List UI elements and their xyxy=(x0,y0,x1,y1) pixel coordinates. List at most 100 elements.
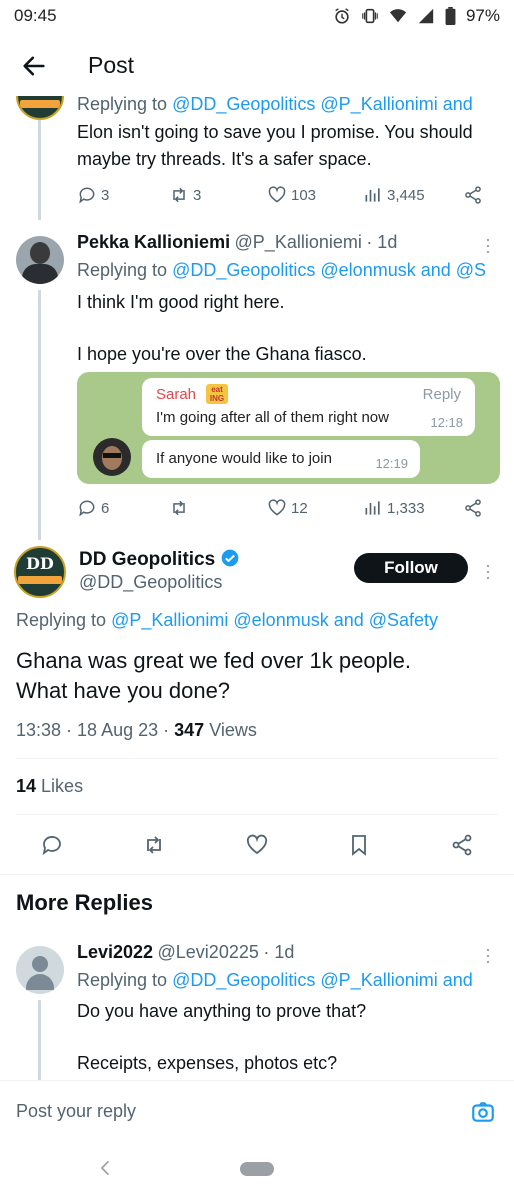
reply-input[interactable]: Post your reply xyxy=(16,1101,136,1122)
reply-icon xyxy=(79,500,95,517)
heart-icon xyxy=(268,186,286,203)
thread-line xyxy=(38,1000,41,1080)
share-icon[interactable] xyxy=(463,498,483,518)
bookmark-icon[interactable] xyxy=(347,833,371,857)
likes-count: 14 xyxy=(16,776,37,796)
main-post-text-line2: What have you done? xyxy=(16,678,231,703)
author-name[interactable]: DD Geopolitics xyxy=(79,549,215,570)
verified-badge-icon xyxy=(221,549,238,567)
chat-sticker: eat ING xyxy=(206,384,228,404)
wifi-icon xyxy=(389,9,407,23)
reply-icon[interactable] xyxy=(40,833,64,857)
share-icon[interactable] xyxy=(463,185,483,205)
views-chart-icon xyxy=(365,501,380,515)
author-name[interactable]: Levi2022 xyxy=(77,942,153,962)
views-chart-icon xyxy=(365,188,380,202)
alarm-icon xyxy=(335,8,349,24)
battery-level: 97% xyxy=(465,6,500,25)
post-actions: 3 3 103 3,445 xyxy=(77,185,497,205)
status-icons: 97% xyxy=(333,6,500,26)
status-time: 09:45 xyxy=(14,6,57,25)
author-handle[interactable]: @P_Kallioniemi xyxy=(235,232,362,252)
avatar[interactable] xyxy=(16,236,64,284)
more-options-icon[interactable]: · · · xyxy=(484,230,492,260)
chat-sender: Sarah xyxy=(156,386,197,403)
post-text-line1: I think I'm good right here. xyxy=(77,292,285,312)
post-timestamp: 13:38 · 18 Aug 23 · xyxy=(16,720,170,740)
reply-icon xyxy=(79,187,95,204)
replying-to-link[interactable]: @DD_Geopolitics @P_Kallionimi and xyxy=(172,94,473,114)
post-time: · 1d xyxy=(366,232,398,252)
views-button[interactable]: 3,445 xyxy=(363,185,463,205)
more-options-icon[interactable]: · · · xyxy=(484,556,492,586)
chat-avatar xyxy=(93,438,131,476)
author-handle[interactable]: @DD_Geopolitics xyxy=(79,572,222,593)
views-button[interactable]: 1,333 xyxy=(363,498,463,518)
main-post-text-line1: Ghana was great we fed over 1k people. xyxy=(16,648,412,673)
status-bar: 09:45 97% xyxy=(0,0,514,34)
main-post-actions xyxy=(0,830,514,860)
reply-button[interactable]: 3 xyxy=(77,185,169,205)
post-header: Levi2022 @Levi20225 · 1d xyxy=(77,942,294,963)
share-icon[interactable] xyxy=(450,833,474,857)
reply-button[interactable]: 6 xyxy=(77,498,169,518)
views-label: Views xyxy=(209,720,257,740)
battery-icon xyxy=(445,7,456,25)
author-name[interactable]: Pekka Kallioniemi xyxy=(77,232,230,252)
more-options-icon[interactable]: · · · xyxy=(484,940,492,970)
post-actions: 6 12 1,333 xyxy=(77,498,497,518)
follow-button[interactable]: Follow xyxy=(354,553,468,583)
nav-back-icon[interactable] xyxy=(96,1158,116,1178)
post-text-line2: Receipts, expenses, photos etc? xyxy=(77,1053,338,1073)
divider xyxy=(16,814,498,815)
author-handle[interactable]: @Levi20225 xyxy=(158,942,259,962)
likes-label: Likes xyxy=(41,776,84,796)
chat-message-2: If anyone would like to join xyxy=(156,450,332,467)
nav-home-pill[interactable] xyxy=(240,1162,274,1176)
replying-to-link[interactable]: @DD_Geopolitics @P_Kallionimi and xyxy=(172,970,473,990)
post-header: Pekka Kallioniemi @P_Kallioniemi · 1d xyxy=(77,232,397,253)
main-post-header: DD Geopolitics xyxy=(79,548,240,571)
replying-to-link[interactable]: @DD_Geopolitics @elonmusk and @S xyxy=(172,260,486,280)
vibrate-icon xyxy=(362,8,378,24)
replying-to-link[interactable]: @P_Kallionimi @elonmusk and @Safety xyxy=(111,610,438,630)
author-avatar[interactable]: DD xyxy=(14,546,66,598)
chat-bubble-2: If anyone would like to join 12:19 xyxy=(142,440,420,478)
views-count: 347 xyxy=(174,720,205,740)
like-button[interactable]: 12 xyxy=(267,498,363,518)
signal-icon xyxy=(418,8,434,24)
replying-to: Replying to @DD_Geopolitics @elonmusk an… xyxy=(77,260,487,280)
divider xyxy=(16,758,498,759)
post-text-line1: Do you have anything to prove that? xyxy=(77,1001,367,1021)
avatar-default[interactable] xyxy=(16,946,64,994)
repost-icon xyxy=(173,500,185,516)
chat-bubble-1: Sarah eat ING Reply I'm going after all … xyxy=(142,378,475,436)
chat-reply-label: Reply xyxy=(422,386,461,403)
back-arrow-icon[interactable] xyxy=(20,52,48,80)
post-time: · 1d xyxy=(263,942,295,962)
chat-message-1-time: 12:18 xyxy=(430,415,463,430)
system-nav-bar xyxy=(0,1142,514,1200)
camera-icon[interactable] xyxy=(470,1099,496,1125)
post-text: Elon isn't going to save you I promise. … xyxy=(77,122,473,169)
like-button[interactable]: 103 xyxy=(267,185,363,205)
chat-message-1: I'm going after all of them right now xyxy=(156,409,389,426)
replying-to: Replying to @DD_Geopolitics @P_Kallionim… xyxy=(77,970,473,990)
repost-button[interactable]: 3 xyxy=(169,185,267,205)
likes-summary[interactable]: 14 Likes xyxy=(16,776,83,797)
more-replies-heading: More Replies xyxy=(16,890,153,915)
post-text-line2: I hope you're over the Ghana fiasco. xyxy=(77,344,367,364)
repost-icon xyxy=(173,187,185,203)
repost-button[interactable] xyxy=(169,498,267,518)
thread-line xyxy=(38,290,41,540)
attached-image[interactable]: Sarah eat ING Reply I'm going after all … xyxy=(77,372,500,484)
divider xyxy=(0,874,514,875)
replying-to: Replying to @P_Kallionimi @elonmusk and … xyxy=(16,610,439,630)
repost-icon[interactable] xyxy=(142,833,166,857)
replying-to: Replying to @DD_Geopolitics @P_Kallionim… xyxy=(77,94,473,114)
page-title: Post xyxy=(88,52,135,78)
post-meta: 13:38 · 18 Aug 23 · 347 Views xyxy=(16,720,257,741)
heart-icon xyxy=(268,499,286,516)
heart-icon[interactable] xyxy=(245,833,269,857)
app-bar: Post xyxy=(0,36,514,96)
